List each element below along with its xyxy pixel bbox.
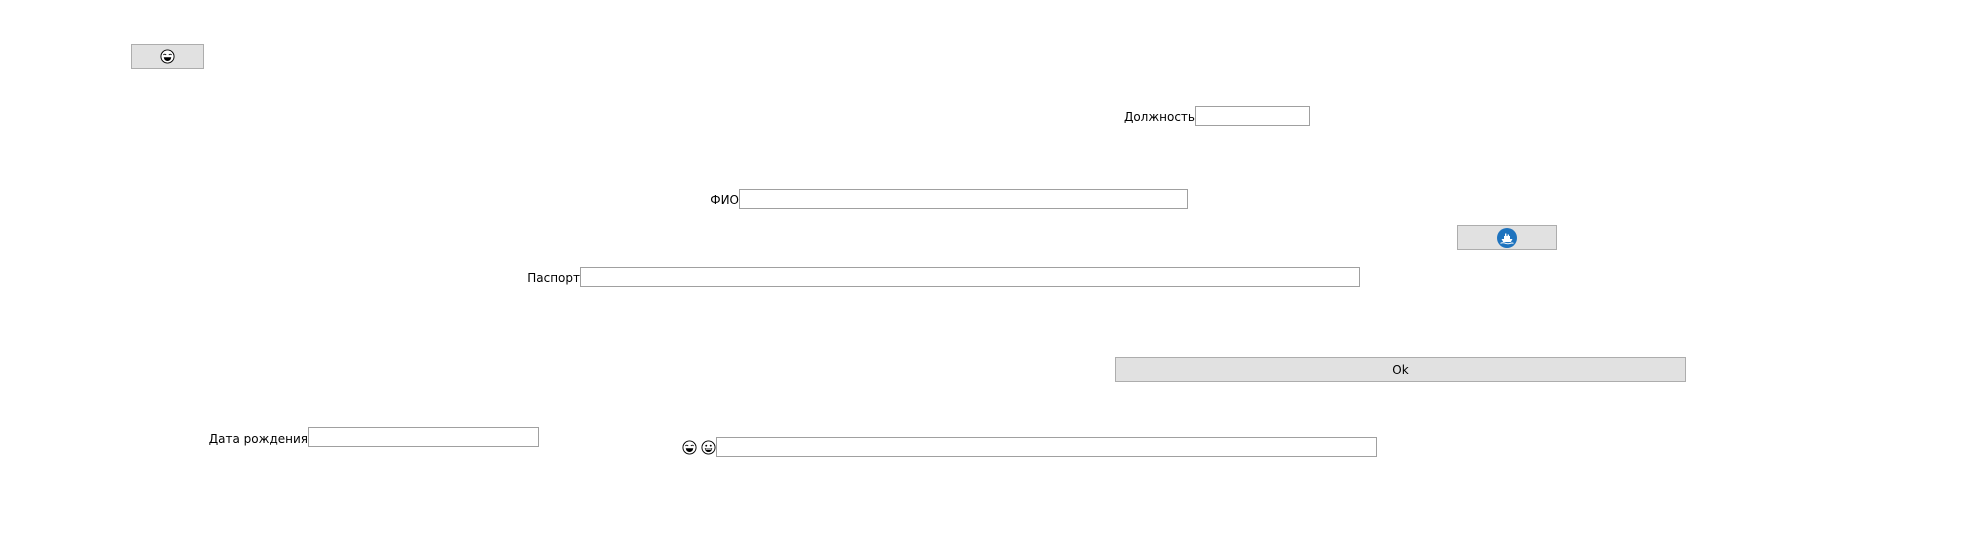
- birth-date-label: Дата рождения: [208, 432, 308, 446]
- laughing-face-icon: [682, 439, 697, 455]
- passport-label: Паспорт: [527, 271, 580, 285]
- position-field[interactable]: [1195, 106, 1310, 126]
- full-name-field[interactable]: [739, 189, 1188, 209]
- full-name-label: ФИО: [710, 193, 739, 207]
- ok-button[interactable]: Ok: [1115, 357, 1686, 382]
- birth-date-field[interactable]: [308, 427, 539, 447]
- position-label: Должность: [1123, 110, 1195, 124]
- laughing-face-icon: [160, 49, 175, 64]
- emoji-field[interactable]: [716, 437, 1377, 457]
- form-window: Должность ФИО Паспорт Ok Дата рождения: [0, 0, 1968, 536]
- ship-icon: [1497, 227, 1517, 248]
- ship-button[interactable]: [1457, 225, 1557, 250]
- emoji-button[interactable]: [131, 44, 204, 69]
- passport-field[interactable]: [580, 267, 1360, 287]
- emoji-label: [678, 439, 716, 455]
- grinning-face-icon: [701, 439, 716, 455]
